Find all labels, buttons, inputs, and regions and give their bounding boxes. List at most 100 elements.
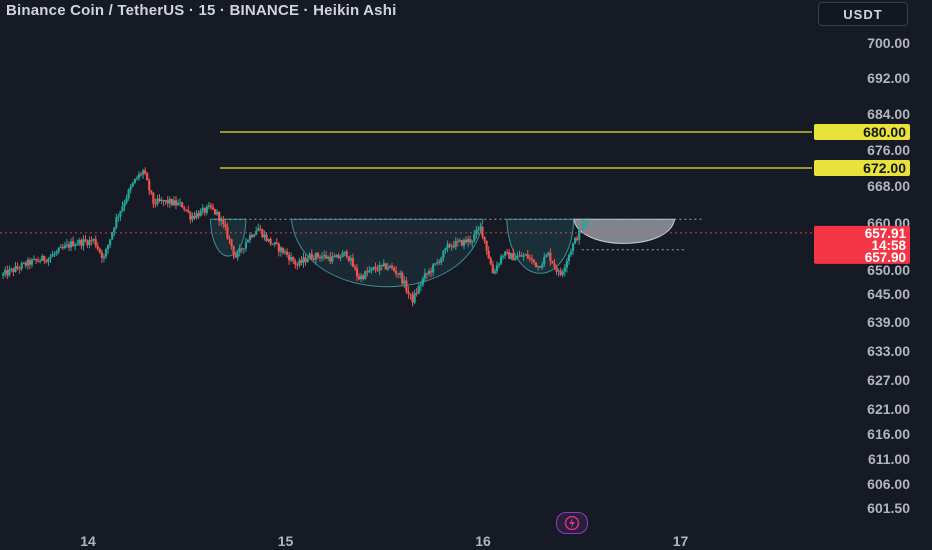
candle-body — [115, 217, 118, 228]
candle-body — [37, 260, 40, 262]
candle-body — [263, 234, 266, 238]
candle-body — [306, 259, 309, 262]
candle-body — [559, 270, 562, 275]
candle-body — [384, 263, 387, 270]
lightning-icon[interactable] — [556, 512, 588, 534]
candle-body — [499, 256, 503, 264]
candle-body — [438, 261, 441, 263]
candle-body — [193, 215, 196, 218]
candle-body — [139, 174, 143, 176]
candle-body — [337, 255, 340, 259]
currency-button[interactable]: USDT — [818, 2, 908, 26]
candle-body — [423, 273, 427, 279]
candle-body — [345, 251, 348, 257]
candle-body — [534, 262, 538, 268]
candle-body — [473, 234, 476, 241]
candle-body — [547, 252, 550, 256]
y-tick-label: 692.00 — [867, 70, 910, 86]
symbol-title[interactable]: Binance Coin / TetherUS · 15 · BINANCE ·… — [6, 2, 396, 19]
candle-body — [374, 267, 377, 270]
y-tick-label: 616.00 — [867, 426, 910, 442]
candle-body — [450, 245, 453, 247]
candle-body — [57, 248, 60, 252]
candle-body — [392, 267, 396, 271]
y-tick-label: 606.00 — [867, 476, 910, 492]
candle-body — [380, 264, 383, 266]
time-axis[interactable]: 14 15 16 17 — [80, 533, 688, 549]
candle-body — [491, 264, 494, 274]
candle-body — [80, 240, 83, 246]
candle-body — [440, 257, 443, 263]
candle-body — [514, 258, 517, 261]
candle-body — [96, 245, 99, 249]
candle-body — [481, 226, 484, 237]
candle-body — [65, 244, 69, 246]
candle-body — [483, 236, 486, 241]
candle-body — [563, 267, 566, 272]
y-tick-label: 668.00 — [867, 178, 910, 194]
candle-body — [213, 209, 217, 215]
y-tick-label: 627.00 — [867, 372, 910, 388]
candle-body — [131, 183, 134, 187]
candle-body — [390, 265, 394, 268]
candle-body — [4, 270, 7, 274]
candle-body — [475, 230, 478, 235]
candle-body — [448, 244, 451, 247]
candle-body — [294, 261, 297, 265]
candle-body — [160, 199, 163, 201]
candle-body — [6, 270, 9, 276]
candle-body — [45, 260, 48, 263]
candle-body — [228, 238, 231, 240]
chart-svg[interactable]: 700.00692.00684.00676.00668.00660.00650.… — [0, 0, 932, 550]
y-tick-label: 639.00 — [867, 314, 910, 330]
candle-body — [479, 226, 482, 229]
candle-body — [427, 270, 431, 275]
candle-body — [322, 255, 326, 257]
candle-body — [456, 240, 459, 242]
y-tick-label: 645.00 — [867, 286, 910, 302]
candle-body — [172, 200, 176, 206]
candle-body — [432, 264, 435, 273]
candle-body — [92, 239, 95, 241]
candle-body — [366, 271, 369, 273]
candle-body — [573, 237, 577, 244]
y-tick-label: 601.50 — [867, 500, 910, 516]
candle-body — [386, 267, 389, 270]
candle-body — [543, 257, 546, 265]
candle-body — [370, 267, 373, 271]
candle-body — [584, 222, 587, 224]
candle-body — [144, 170, 147, 174]
y-tick-label: 700.00 — [867, 35, 910, 51]
candle-body — [246, 239, 250, 243]
candle-body — [522, 255, 525, 257]
candle-body — [125, 198, 128, 203]
candle-body — [419, 284, 422, 287]
lightning-glyph — [564, 516, 580, 530]
candle-body — [477, 228, 480, 231]
candle-body — [63, 245, 66, 248]
candle-body — [106, 244, 110, 250]
candle-body — [2, 273, 5, 276]
candle-body — [497, 263, 501, 266]
candle-body — [405, 280, 408, 292]
candle-body — [187, 210, 190, 213]
x-tick-label: 17 — [673, 533, 689, 549]
candle-body — [244, 242, 248, 249]
candle-body — [129, 186, 132, 190]
candle-body — [458, 240, 461, 242]
candle-body — [121, 206, 124, 212]
candle-body — [551, 260, 554, 264]
candle-body — [148, 180, 151, 191]
candle-body — [170, 199, 173, 206]
price-axis[interactable]: 700.00692.00684.00676.00668.00660.00650.… — [867, 35, 910, 516]
chart-area[interactable]: 700.00 692.00 684.00 676.00 668.00 660.00 650.… — [0, 0, 932, 550]
candle-body — [462, 239, 466, 246]
candle-body — [329, 256, 332, 262]
y-tick-label: 676.00 — [867, 142, 910, 158]
candle-body — [162, 199, 165, 202]
candle-body — [69, 241, 73, 248]
candle-body — [541, 264, 544, 268]
head-shape — [290, 218, 484, 288]
x-tick-label: 16 — [475, 533, 491, 549]
candle-body — [288, 254, 291, 261]
